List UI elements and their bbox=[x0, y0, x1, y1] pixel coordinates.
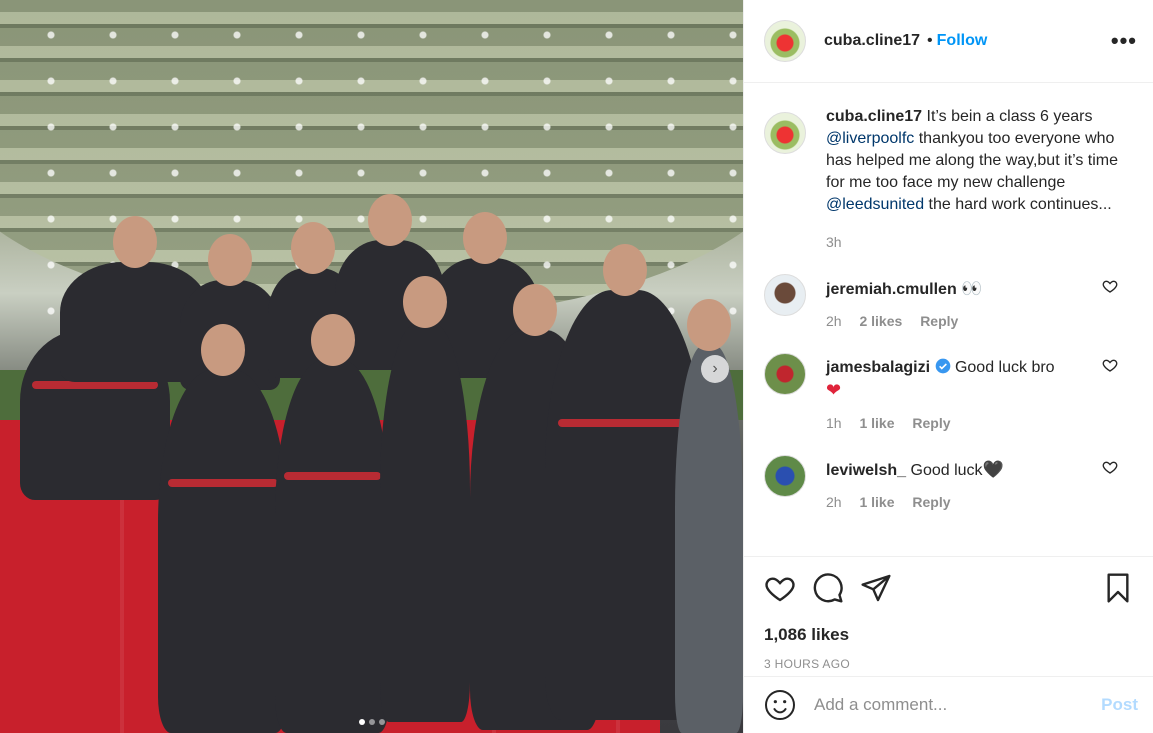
caption-text: cuba.cline17 It’s bein a class 6 years @… bbox=[826, 106, 1132, 216]
comment-likes[interactable]: 2 likes bbox=[859, 313, 902, 329]
heart-small-icon[interactable] bbox=[1102, 278, 1118, 294]
comment-text: leviwelsh_ Good luck🖤 bbox=[826, 449, 1096, 482]
bookmark-icon[interactable] bbox=[1102, 572, 1134, 604]
eyes-emoji: 👀 bbox=[961, 279, 983, 298]
comment-meta: 2h 1 like Reply bbox=[826, 494, 1096, 510]
heart-small-icon[interactable] bbox=[1102, 357, 1118, 373]
heart-small-icon[interactable] bbox=[1102, 459, 1118, 475]
author-username[interactable]: cuba.cline17 bbox=[824, 32, 920, 50]
carousel-dots bbox=[358, 719, 385, 725]
comment-time[interactable]: 2h bbox=[826, 494, 842, 510]
player-figure bbox=[380, 276, 470, 722]
player-figure bbox=[158, 324, 288, 733]
mention-link[interactable]: @leedsunited bbox=[826, 196, 924, 213]
share-icon[interactable] bbox=[860, 572, 892, 604]
comment-text: jeremiah.cmullen 👀 bbox=[826, 268, 1096, 301]
comment-icon[interactable] bbox=[812, 572, 844, 604]
follow-button[interactable]: Follow bbox=[937, 32, 988, 50]
comment-item: jamesbalagizi Good luck bro ❤ 1h 1 like … bbox=[764, 347, 1134, 431]
comment-item: jeremiah.cmullen 👀 2h 2 likes Reply bbox=[764, 268, 1134, 329]
caption-part: the hard work continues... bbox=[924, 196, 1112, 213]
more-options-icon[interactable]: ••• bbox=[1111, 28, 1137, 54]
caption-avatar[interactable] bbox=[764, 112, 806, 154]
author-avatar[interactable] bbox=[764, 20, 806, 62]
caption-part: It’s bein a class 6 years bbox=[922, 108, 1093, 125]
comment-time[interactable]: 1h bbox=[826, 415, 842, 431]
post-actions: 1,086 likes 3 HOURS AGO bbox=[744, 556, 1153, 676]
commenter-avatar[interactable] bbox=[764, 353, 806, 395]
comment-item: leviwelsh_ Good luck🖤 2h 1 like Reply bbox=[764, 449, 1134, 510]
caption-time[interactable]: 3h bbox=[826, 234, 1132, 250]
mention-link[interactable]: @liverpoolfc bbox=[826, 130, 914, 147]
reply-button[interactable]: Reply bbox=[920, 313, 958, 329]
comment-time[interactable]: 2h bbox=[826, 313, 842, 329]
player-figure bbox=[675, 299, 743, 733]
comment-meta: 1h 1 like Reply bbox=[826, 415, 1096, 431]
carousel-dot bbox=[368, 719, 375, 725]
post-side-panel: cuba.cline17 • Follow ••• cuba.cline17 I… bbox=[743, 0, 1153, 733]
post-button[interactable]: Post bbox=[1101, 695, 1138, 715]
likes-count[interactable]: 1,086 likes bbox=[764, 625, 1134, 645]
comment-likes[interactable]: 1 like bbox=[859, 494, 894, 510]
next-photo-button[interactable]: › bbox=[701, 355, 729, 383]
reply-button[interactable]: Reply bbox=[912, 415, 950, 431]
action-icons bbox=[764, 571, 1134, 605]
carousel-dot bbox=[358, 719, 365, 725]
separator-dot: • bbox=[927, 32, 933, 49]
commenter-avatar[interactable] bbox=[764, 455, 806, 497]
carousel-dot bbox=[378, 719, 385, 725]
post-photo[interactable]: › bbox=[0, 0, 743, 733]
comment-input[interactable] bbox=[814, 695, 1102, 715]
commenter-username[interactable]: leviwelsh_ bbox=[826, 462, 906, 479]
comment-body: Good luck bbox=[910, 462, 983, 479]
post-timestamp[interactable]: 3 HOURS AGO bbox=[764, 657, 1134, 671]
add-comment-bar: Post bbox=[744, 676, 1153, 733]
emoji-icon[interactable] bbox=[764, 689, 796, 721]
like-icon[interactable] bbox=[764, 572, 796, 604]
commenter-username[interactable]: jamesbalagizi bbox=[826, 359, 930, 376]
comments-list[interactable]: cuba.cline17 It’s bein a class 6 years @… bbox=[744, 84, 1153, 556]
comment-body: Good luck bro bbox=[954, 359, 1055, 376]
caption-username[interactable]: cuba.cline17 bbox=[826, 108, 922, 125]
player-figure bbox=[275, 314, 390, 733]
reply-button[interactable]: Reply bbox=[912, 494, 950, 510]
commenter-avatar[interactable] bbox=[764, 274, 806, 316]
verified-icon bbox=[935, 358, 950, 374]
post-header: cuba.cline17 • Follow ••• bbox=[744, 0, 1153, 83]
caption: cuba.cline17 It’s bein a class 6 years @… bbox=[764, 106, 1134, 250]
comment-meta: 2h 2 likes Reply bbox=[826, 313, 1096, 329]
black-heart-emoji: 🖤 bbox=[982, 460, 1004, 479]
comment-text: jamesbalagizi Good luck bro ❤ bbox=[826, 347, 1096, 403]
red-heart-emoji: ❤ bbox=[826, 380, 842, 400]
commenter-username[interactable]: jeremiah.cmullen bbox=[826, 281, 957, 298]
comment-likes[interactable]: 1 like bbox=[859, 415, 894, 431]
